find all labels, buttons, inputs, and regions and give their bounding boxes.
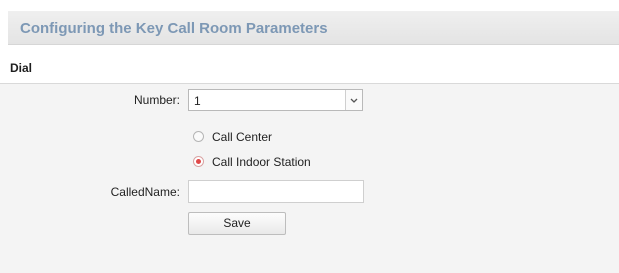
number-select-value: 1 <box>194 94 201 108</box>
save-button[interactable]: Save <box>188 212 286 235</box>
number-label: Number: <box>133 93 180 107</box>
call-indoor-station-radio[interactable] <box>193 156 204 167</box>
call-indoor-station-label: Call Indoor Station <box>212 155 311 169</box>
chevron-down-icon[interactable] <box>345 90 362 110</box>
called-name-label: CalledName: <box>110 185 180 199</box>
called-name-input[interactable] <box>188 180 364 203</box>
call-center-radio[interactable] <box>193 131 204 142</box>
title-bar: Configuring the Key Call Room Parameters <box>8 11 619 45</box>
call-center-label: Call Center <box>212 130 273 144</box>
page-title: Configuring the Key Call Room Parameters <box>20 20 328 37</box>
section-title: Dial <box>10 61 33 75</box>
number-select[interactable]: 1 <box>188 89 363 111</box>
form-panel <box>0 84 619 273</box>
section-header: Dial <box>0 56 619 84</box>
